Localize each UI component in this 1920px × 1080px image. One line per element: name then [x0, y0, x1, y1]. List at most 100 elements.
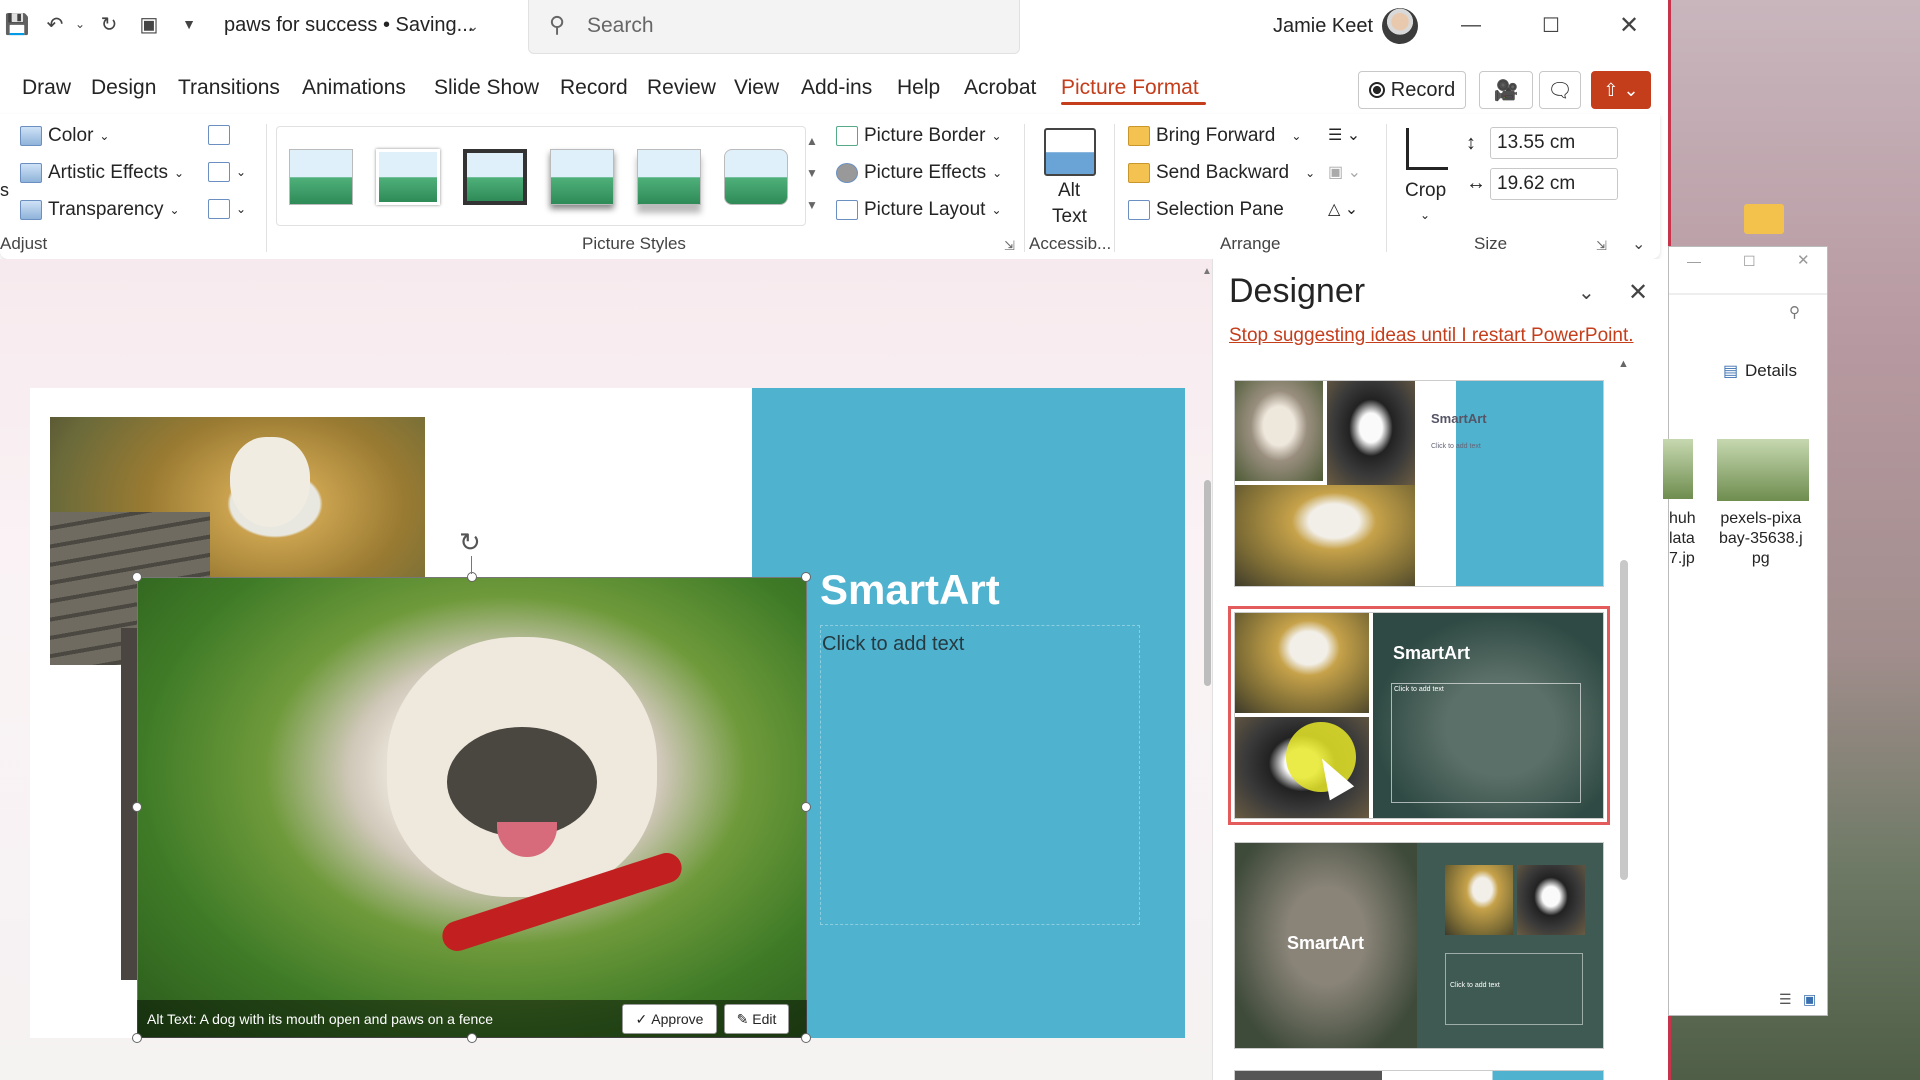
- picture-style-2[interactable]: [376, 149, 440, 205]
- slide-placeholder-text[interactable]: Click to add text: [822, 633, 964, 656]
- resize-handle[interactable]: [467, 572, 477, 582]
- slide-scrollbar[interactable]: [1204, 480, 1211, 686]
- minimize-icon[interactable]: —: [1687, 253, 1701, 269]
- group-icon[interactable]: ▣ ⌄: [1328, 162, 1361, 182]
- close-icon[interactable]: ✕: [1797, 251, 1810, 269]
- tab-transitions[interactable]: Transitions: [178, 76, 280, 100]
- chevron-down-icon[interactable]: ⌄: [1420, 208, 1430, 222]
- tab-animations[interactable]: Animations: [302, 76, 406, 100]
- gallery-more-icon[interactable]: ▼: [806, 198, 818, 212]
- design-idea-2[interactable]: SmartArt Click to add text: [1228, 606, 1610, 825]
- transparency-button[interactable]: Transparency ⌄: [20, 199, 180, 221]
- slide-title[interactable]: SmartArt: [820, 566, 1000, 614]
- pane-scrollbar[interactable]: [1620, 560, 1628, 880]
- picture-style-4[interactable]: [550, 149, 614, 205]
- design-idea-1[interactable]: SmartArt Click to add text: [1234, 380, 1604, 587]
- crop-icon[interactable]: [1406, 128, 1448, 170]
- rotate-icon[interactable]: △ ⌄: [1328, 199, 1358, 219]
- share-button[interactable]: ⇧ ⌄: [1591, 71, 1651, 109]
- dialog-launcher-icon[interactable]: ⇲: [1004, 238, 1015, 254]
- resize-handle[interactable]: [132, 802, 142, 812]
- chevron-down-icon[interactable]: ⌄: [462, 14, 484, 38]
- size-dialog-launcher-icon[interactable]: ⇲: [1596, 238, 1607, 254]
- picture-effects-button[interactable]: Picture Effects ⌄: [836, 162, 1002, 184]
- comments-icon[interactable]: 🗨: [1539, 71, 1581, 109]
- crop-label[interactable]: Crop: [1405, 180, 1446, 202]
- details-button[interactable]: Details: [1745, 361, 1797, 381]
- document-title[interactable]: paws for success • Saving...: [224, 14, 473, 37]
- compress-pictures-icon[interactable]: [208, 125, 230, 145]
- tab-view[interactable]: View: [734, 76, 779, 100]
- camera-icon[interactable]: 🎥: [1479, 71, 1533, 109]
- width-input[interactable]: 19.62 cm: [1490, 168, 1618, 200]
- search-box[interactable]: ⚲ Search: [528, 0, 1020, 54]
- file-thumbnail[interactable]: [1717, 439, 1809, 501]
- tab-review[interactable]: Review: [647, 76, 716, 100]
- file-name[interactable]: huh lata 7.jp: [1669, 509, 1696, 569]
- resize-handle[interactable]: [132, 1033, 142, 1043]
- redo-icon[interactable]: ↻: [96, 10, 122, 38]
- minimize-icon[interactable]: —: [1450, 10, 1492, 40]
- height-input[interactable]: 13.55 cm: [1490, 127, 1618, 159]
- bring-forward-button[interactable]: Bring Forward ⌄: [1128, 125, 1301, 147]
- folder-icon[interactable]: [1744, 204, 1784, 234]
- tiles-view-icon[interactable]: ▣: [1803, 991, 1816, 1008]
- close-pane-icon[interactable]: ✕: [1628, 278, 1648, 307]
- alt-text-icon[interactable]: [1044, 128, 1096, 176]
- color-button[interactable]: Color ⌄: [20, 125, 109, 147]
- file-thumbnail[interactable]: [1663, 439, 1693, 499]
- tab-picture-format[interactable]: Picture Format: [1061, 76, 1199, 100]
- text-placeholder-box[interactable]: [820, 625, 1140, 925]
- edit-button[interactable]: ✎ Edit: [724, 1004, 789, 1034]
- gallery-down-icon[interactable]: ▼: [806, 166, 818, 180]
- stop-suggesting-link[interactable]: Stop suggesting ideas until I restart Po…: [1229, 325, 1634, 347]
- picture-style-1[interactable]: [289, 149, 353, 205]
- picture-layout-button[interactable]: Picture Layout ⌄: [836, 199, 1002, 221]
- reset-picture-icon[interactable]: ⌄: [208, 199, 246, 219]
- pane-scroll-up-icon[interactable]: ▲: [1618, 358, 1629, 370]
- user-name[interactable]: Jamie Keet: [1273, 15, 1373, 38]
- resize-handle[interactable]: [467, 1033, 477, 1043]
- design-idea-3[interactable]: SmartArt Click to add text: [1234, 842, 1604, 1049]
- approve-button[interactable]: ✓ Approve: [622, 1004, 717, 1034]
- resize-handle[interactable]: [801, 1033, 811, 1043]
- pane-options-icon[interactable]: ⌄: [1578, 280, 1595, 305]
- tab-add-ins[interactable]: Add-ins: [801, 76, 872, 100]
- tab-slide-show[interactable]: Slide Show: [434, 76, 539, 100]
- send-backward-button[interactable]: Send Backward ⌄: [1128, 162, 1315, 184]
- resize-handle[interactable]: [801, 572, 811, 582]
- resize-handle[interactable]: [132, 572, 142, 582]
- picture-style-3[interactable]: [463, 149, 527, 205]
- maximize-icon[interactable]: ☐: [1530, 10, 1572, 40]
- gallery-up-icon[interactable]: ▲: [806, 134, 818, 148]
- picture-style-6[interactable]: [724, 149, 788, 205]
- design-idea-4[interactable]: [1234, 1070, 1604, 1080]
- present-icon[interactable]: ▣: [136, 10, 162, 38]
- artistic-effects-button[interactable]: Artistic Effects ⌄: [20, 162, 184, 184]
- selection-pane-button[interactable]: Selection Pane: [1128, 199, 1284, 221]
- close-icon[interactable]: ✕: [1608, 10, 1650, 40]
- customize-toolbar-icon[interactable]: ▼: [176, 10, 202, 38]
- tab-record[interactable]: Record: [560, 76, 628, 100]
- scroll-up-icon[interactable]: ▲: [1202, 266, 1212, 277]
- maximize-icon[interactable]: ☐: [1743, 253, 1756, 270]
- alt-text-label-1[interactable]: Alt: [1058, 180, 1080, 202]
- record-button[interactable]: Record: [1358, 71, 1466, 109]
- change-picture-icon[interactable]: ⌄: [208, 162, 246, 182]
- collapse-ribbon-icon[interactable]: ⌄: [1632, 234, 1645, 254]
- tab-acrobat[interactable]: Acrobat: [964, 76, 1036, 100]
- rotate-handle-icon[interactable]: ↻: [459, 527, 481, 558]
- resize-handle[interactable]: [801, 802, 811, 812]
- list-view-icon[interactable]: ☰: [1779, 991, 1792, 1008]
- avatar[interactable]: [1382, 8, 1418, 44]
- align-icon[interactable]: ☰ ⌄: [1328, 125, 1360, 145]
- alt-text-label-2[interactable]: Text: [1052, 206, 1087, 228]
- tab-design[interactable]: Design: [91, 76, 156, 100]
- file-name[interactable]: pexels-pixa bay-35638.j pg: [1719, 509, 1803, 569]
- undo-dropdown-icon[interactable]: ⌄: [72, 10, 88, 38]
- picture-style-5[interactable]: [637, 149, 701, 205]
- tab-draw[interactable]: Draw: [22, 76, 71, 100]
- tab-help[interactable]: Help: [897, 76, 940, 100]
- undo-icon[interactable]: ↶: [42, 10, 68, 38]
- search-icon[interactable]: ⚲: [1789, 303, 1800, 321]
